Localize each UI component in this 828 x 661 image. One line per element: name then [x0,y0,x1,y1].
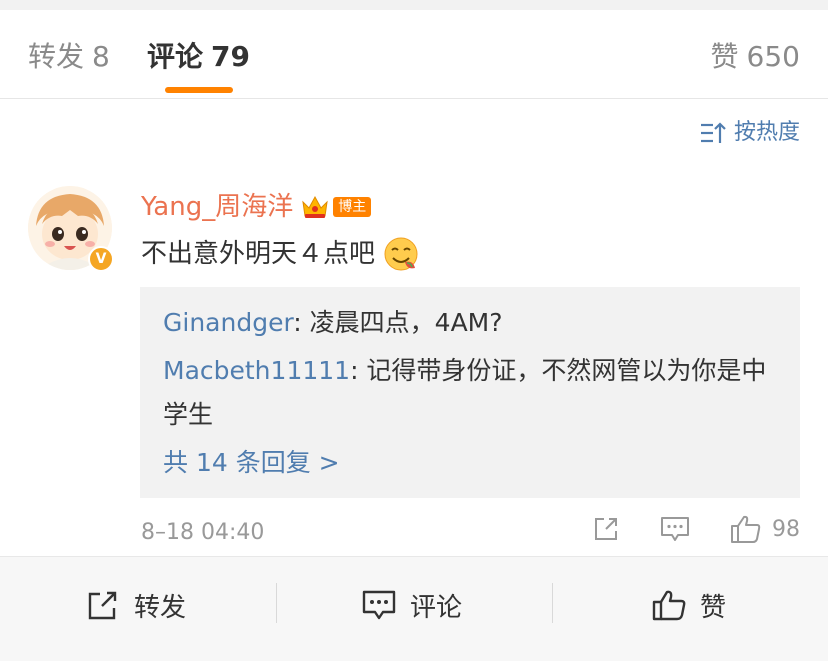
comment-like-button[interactable]: 98 [730,514,800,544]
comment-icon [661,517,689,541]
like-button[interactable]: 赞 [652,585,726,625]
tab-like[interactable]: 赞 650 [711,40,800,74]
repost-label: 转发 [134,592,187,623]
thumbs-up-icon [652,590,686,621]
like-label: 赞 [700,592,727,623]
thumbs-up-icon [731,515,761,543]
tab-bar: 转发 8 评论 79 赞 650 [0,10,828,99]
reply-author[interactable]: Ginandger [163,308,293,337]
crown-icon [302,195,328,218]
repost-button[interactable]: 转发 [86,585,186,625]
comment-reply-button[interactable] [660,515,690,543]
reply-author[interactable]: Macbeth11111 [163,356,350,385]
comment-text: 不出意外明天４点吧 [141,239,376,269]
bottom-action-bar: 转发 评论 赞 [0,556,828,661]
comment-share-button[interactable] [592,515,620,543]
comment-timestamp: 8–18 04:40 [141,520,265,545]
share-icon [595,518,617,540]
divider [276,583,277,623]
comment-button[interactable]: 评论 [362,585,462,625]
comment-actions: 98 [552,514,800,544]
sort-label: 按热度 [733,120,800,145]
tab-comment-label: 评论 [147,40,204,73]
tab-comment-count: 79 [211,40,250,73]
tab-repost-count: 8 [92,40,110,73]
reply-item: Ginandger: 凌晨四点，4AM? [163,301,783,345]
more-replies-link[interactable]: 共 14 条回复 > [163,443,340,483]
tab-comment[interactable]: 评论 79 [147,40,250,74]
divider [552,583,553,623]
owner-badge: 博主 [333,197,372,217]
drooling-emoji-icon [384,237,418,271]
comment-icon [362,590,396,620]
tab-repost-label: 转发 [28,40,85,73]
replies-box[interactable]: Ginandger: 凌晨四点，4AM? Macbeth11111: 记得带身份… [140,287,800,498]
verified-badge: V [88,246,114,272]
comment-body: 不出意外明天４点吧 [141,236,419,272]
sort-icon [700,122,726,143]
tab-like-count: 650 [746,40,800,73]
tab-repost[interactable]: 转发 8 [28,40,110,74]
reply-item: Macbeth11111: 记得带身份证，不然网管以为你是中学生 [163,349,783,437]
top-strip [0,0,828,10]
active-tab-indicator [165,87,233,93]
username-text: Yang_周海洋 [141,192,294,222]
comment-author[interactable]: Yang_周海洋 博主 [141,190,372,224]
tab-like-label: 赞 [710,40,739,73]
sort-button[interactable]: 按热度 [700,118,800,148]
comment-label: 评论 [410,592,463,623]
comment-like-count: 98 [772,516,800,542]
repost-icon [88,591,117,620]
reply-text: : 凌晨四点，4AM? [293,308,503,337]
